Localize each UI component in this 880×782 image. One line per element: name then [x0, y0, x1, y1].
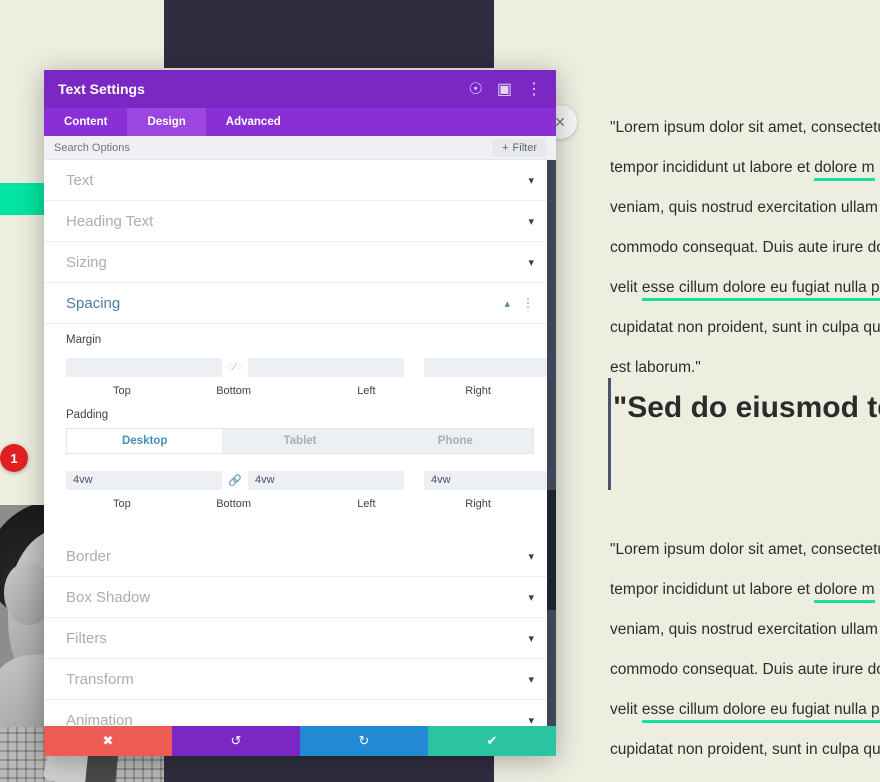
section-spacing[interactable]: Spacing ▴ ⋮ — [44, 283, 556, 324]
section-animation[interactable]: Animation ▾ — [44, 700, 556, 727]
screen: "Lorem ipsum dolor sit amet, consectetur… — [0, 0, 880, 782]
paragraph-line: cupidatat non proident, sunt in culpa qu — [610, 319, 880, 336]
plus-icon: + — [502, 141, 509, 154]
device-phone[interactable]: Phone — [377, 429, 533, 453]
text-settings-modal: Text Settings ☉ ▣ ⋮ Content Design Advan… — [44, 70, 556, 756]
device-tablet[interactable]: Tablet — [222, 429, 378, 453]
paragraph-line: velit esse cillum dolore eu fugiat nulla… — [610, 268, 880, 308]
redo-button[interactable]: ↻ — [300, 726, 428, 756]
padding-left-input[interactable] — [424, 470, 556, 490]
paragraph-line: est laborum." — [610, 359, 701, 376]
tab-content[interactable]: Content — [44, 108, 127, 136]
modal-tabs: Content Design Advanced — [44, 108, 556, 136]
section-heading-text[interactable]: Heading Text ▾ — [44, 201, 556, 242]
margin-left-input[interactable] — [424, 357, 556, 377]
search-input[interactable] — [54, 141, 494, 154]
chevron-down-icon: ▾ — [528, 174, 534, 187]
paragraph-line: tempor incididunt ut labore et dolore m — [610, 570, 880, 610]
padding-left-label: Left — [357, 498, 376, 510]
paragraph-line: commodo consequat. Duis aute irure do — [610, 239, 880, 256]
paragraph-line: est laborum." — [610, 770, 880, 782]
chevron-up-icon: ▴ — [504, 297, 510, 310]
padding-labels: Top Bottom Left Right — [66, 498, 534, 510]
tab-design[interactable]: Design — [127, 108, 206, 136]
padding-inputs: 🔗 🔗 — [66, 466, 556, 494]
chevron-down-icon: ▾ — [528, 714, 534, 727]
modal-title: Text Settings — [58, 81, 145, 97]
paragraph-line: tempor incididunt ut labore et dolore m — [610, 148, 880, 188]
margin-label: Margin — [66, 334, 102, 346]
section-sizing[interactable]: Sizing ▾ — [44, 242, 556, 283]
section-text[interactable]: Text ▾ — [44, 160, 556, 201]
chevron-down-icon: ▾ — [528, 673, 534, 686]
scrollbar-thumb[interactable] — [547, 490, 556, 610]
section-transform[interactable]: Transform ▾ — [44, 659, 556, 700]
section-border[interactable]: Border ▾ — [44, 536, 556, 577]
body-paragraph-top: "Lorem ipsum dolor sit amet, consectetur… — [610, 108, 880, 388]
filter-button[interactable]: + Filter — [493, 138, 546, 157]
margin-right-label: Right — [465, 385, 491, 397]
section-more-icon[interactable]: ⋮ — [522, 296, 534, 310]
tab-advanced[interactable]: Advanced — [206, 108, 301, 136]
margin-top-input[interactable] — [66, 357, 222, 377]
spacing-panel: Margin ◌∕◌ ◌∕◌ Top — [44, 324, 556, 536]
padding-bottom-input[interactable] — [248, 470, 404, 490]
margin-top-label: Top — [113, 385, 131, 397]
paragraph-line: veniam, quis nostrud exercitation ullam — [610, 199, 878, 216]
scrollbar-track[interactable] — [547, 160, 556, 726]
heading-line-1: "Sed do eiusmod temp — [613, 391, 880, 424]
accent-block — [0, 183, 44, 215]
margin-bottom-input[interactable] — [248, 357, 404, 377]
section-filters[interactable]: Filters ▾ — [44, 618, 556, 659]
margin-bottom-label: Bottom — [216, 385, 252, 397]
target-icon[interactable]: ☉ — [469, 79, 483, 99]
padding-top-label: Top — [113, 498, 131, 510]
paragraph-line: "Lorem ipsum dolor sit amet, consectetur — [610, 119, 880, 136]
margin-inputs: ◌∕◌ ◌∕◌ — [66, 353, 556, 381]
chevron-down-icon: ▾ — [528, 591, 534, 604]
step-badge-1: 1 — [0, 444, 28, 472]
options-scroll-area: Text ▾ Heading Text ▾ Sizing ▾ Spacing ▴… — [44, 160, 556, 726]
padding-right-label: Right — [465, 498, 491, 510]
body-paragraph-bottom: "Lorem ipsum dolor sit amet, consectetur… — [610, 530, 880, 782]
save-button[interactable]: ✔ — [428, 726, 556, 756]
modal-footer: ✖ ↺ ↻ ✔ — [44, 726, 556, 756]
search-options-bar: + Filter — [44, 136, 556, 160]
page-content: "Lorem ipsum dolor sit amet, consectetur… — [530, 0, 880, 782]
margin-left-label: Left — [357, 385, 376, 397]
chevron-down-icon: ▾ — [528, 632, 534, 645]
chevron-down-icon: ▾ — [528, 215, 534, 228]
page-header-band — [164, 0, 494, 68]
chevron-down-icon: ▾ — [528, 550, 534, 563]
heading-rule — [608, 378, 611, 490]
undo-button[interactable]: ↺ — [172, 726, 300, 756]
broken-link-icon[interactable]: ◌∕◌ — [222, 361, 248, 373]
section-box-shadow[interactable]: Box Shadow ▾ — [44, 577, 556, 618]
margin-labels: Top Bottom Left Right — [66, 385, 534, 397]
filter-label: Filter — [512, 141, 537, 154]
chevron-down-icon: ▾ — [528, 256, 534, 269]
padding-top-input[interactable] — [66, 470, 222, 490]
paragraph-line: "Lorem ipsum dolor sit amet, consectetur — [610, 541, 880, 558]
paragraph-line: cupidatat non proident, sunt in culpa qu — [610, 741, 880, 758]
modal-header: Text Settings ☉ ▣ ⋮ — [44, 70, 556, 108]
paragraph-line: commodo consequat. Duis aute irure do — [610, 661, 880, 678]
cancel-button[interactable]: ✖ — [44, 726, 172, 756]
padding-bottom-label: Bottom — [216, 498, 252, 510]
page-heading: "Sed do eiusmod temp labore et dolore ma… — [613, 385, 880, 431]
more-options-icon[interactable]: ⋮ — [526, 79, 542, 99]
padding-label: Padding — [66, 409, 109, 421]
padding-device-tabs: Desktop Tablet Phone — [66, 428, 534, 454]
device-desktop[interactable]: Desktop — [67, 429, 223, 453]
paragraph-line: veniam, quis nostrud exercitation ullam — [610, 621, 878, 638]
paragraph-line: velit esse cillum dolore eu fugiat nulla… — [610, 690, 880, 730]
layout-icon[interactable]: ▣ — [497, 79, 512, 99]
linked-chain-icon[interactable]: 🔗 — [222, 474, 248, 487]
